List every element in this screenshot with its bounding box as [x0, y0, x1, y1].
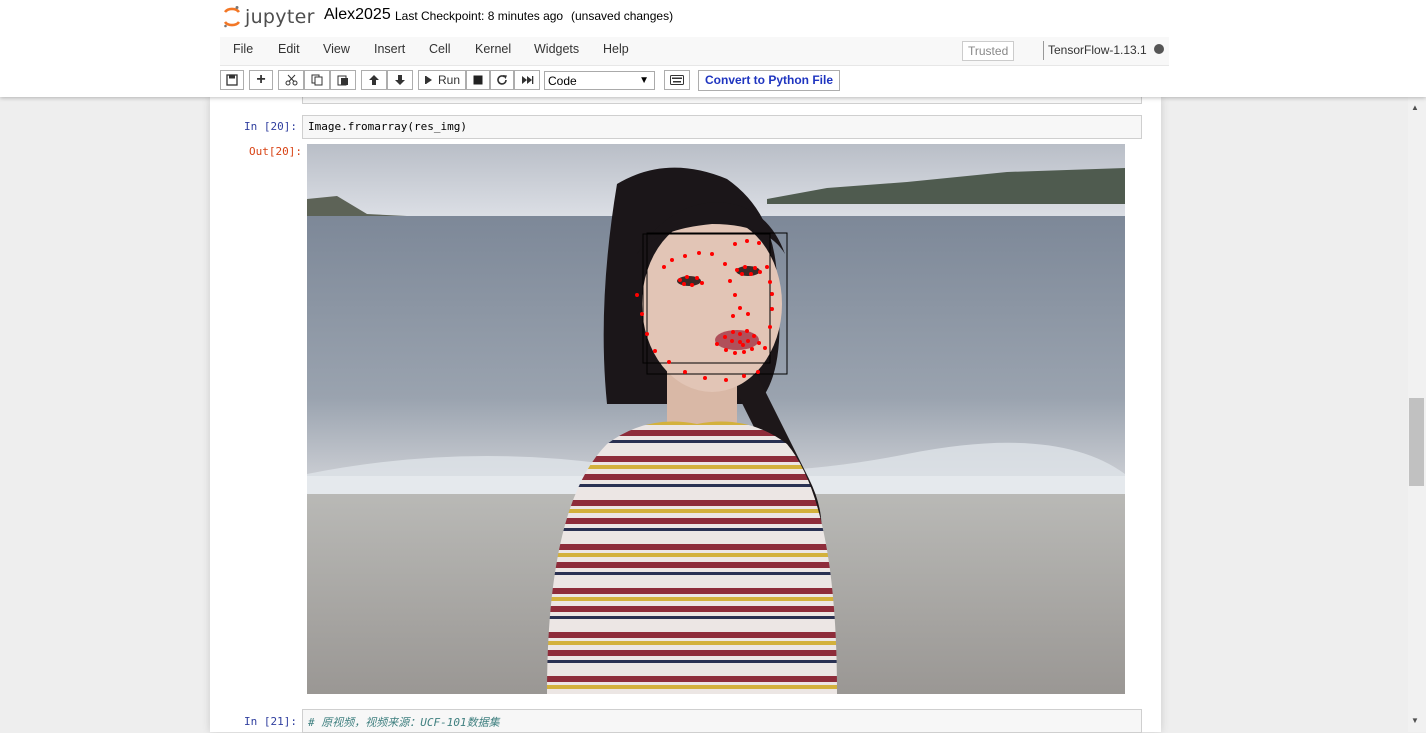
notebook-header: jupyter Alex2025 Last Checkpoint: 8 minu…	[0, 0, 1426, 97]
run-button-label: Run	[437, 73, 460, 87]
save-button[interactable]	[220, 70, 244, 90]
menu-view[interactable]: View	[323, 42, 350, 56]
stop-icon	[473, 75, 483, 85]
kernel-name[interactable]: TensorFlow-1.13.1	[1048, 43, 1147, 57]
paste-button[interactable]	[330, 70, 356, 90]
scrollbar-thumb[interactable]	[1409, 398, 1424, 486]
menu-file[interactable]: File	[233, 42, 253, 56]
menu-help[interactable]: Help	[603, 42, 629, 56]
insert-cell-button[interactable]: +	[249, 70, 273, 90]
code-comment: # 原视频，视频来源：UCF-101数据集	[308, 716, 500, 729]
menu-widgets[interactable]: Widgets	[534, 42, 579, 56]
fast-forward-icon	[521, 76, 533, 84]
move-up-button[interactable]	[361, 70, 387, 90]
scroll-down-icon[interactable]: ▼	[1411, 716, 1419, 725]
input-prompt: In [20]:	[244, 120, 297, 133]
menu-insert[interactable]: Insert	[374, 42, 405, 56]
kernel-idle-indicator	[1154, 44, 1164, 54]
trusted-badge[interactable]: Trusted	[962, 41, 1015, 61]
code-line: Image.fromarray(res_img)	[308, 120, 467, 133]
arrow-up-icon	[369, 75, 379, 85]
chevron-down-icon: ▼	[639, 75, 649, 86]
paste-icon	[337, 75, 348, 86]
jupyter-logo-icon	[223, 6, 241, 28]
scissors-icon	[285, 74, 297, 86]
kernel-separator	[1043, 41, 1044, 60]
save-icon	[226, 74, 238, 86]
autosave-status: (unsaved changes)	[571, 9, 674, 23]
keyboard-icon	[670, 75, 684, 85]
restart-run-all-button[interactable]	[514, 70, 540, 90]
copy-button[interactable]	[304, 70, 330, 90]
restart-kernel-button[interactable]	[490, 70, 514, 90]
menu-kernel[interactable]: Kernel	[475, 42, 511, 56]
code-cell-editor[interactable]: # 原视频，视频来源：UCF-101数据集	[302, 709, 1142, 733]
jupyter-logo-text: jupyter	[245, 6, 315, 28]
run-button[interactable]: Run	[418, 70, 466, 90]
copy-icon	[311, 74, 323, 86]
cell-type-value: Code	[548, 74, 577, 88]
arrow-down-icon	[395, 75, 405, 85]
menu-bar: File Edit View Insert Cell Kernel Widget…	[220, 37, 1169, 66]
output-image	[307, 144, 1125, 694]
jupyter-logo[interactable]: jupyter	[222, 4, 315, 30]
menu-edit[interactable]: Edit	[278, 42, 300, 56]
checkpoint-status: Last Checkpoint: 8 minutes ago	[395, 9, 564, 23]
scroll-up-icon[interactable]: ▲	[1411, 103, 1419, 112]
input-prompt: In [21]:	[244, 715, 297, 728]
plus-icon: +	[256, 71, 266, 88]
command-palette-button[interactable]	[664, 70, 690, 90]
move-down-button[interactable]	[387, 70, 413, 90]
interrupt-kernel-button[interactable]	[466, 70, 490, 90]
cut-button[interactable]	[278, 70, 304, 90]
menu-cell[interactable]: Cell	[429, 42, 451, 56]
cell-type-select[interactable]: Code ▼	[544, 71, 655, 90]
convert-to-python-button[interactable]: Convert to Python File	[698, 70, 841, 91]
step-forward-icon	[424, 76, 432, 84]
output-prompt: Out[20]:	[249, 145, 302, 158]
notebook-name[interactable]: Alex2025	[324, 6, 391, 24]
refresh-icon	[497, 75, 507, 85]
code-cell-editor[interactable]: Image.fromarray(res_img)	[302, 115, 1142, 139]
